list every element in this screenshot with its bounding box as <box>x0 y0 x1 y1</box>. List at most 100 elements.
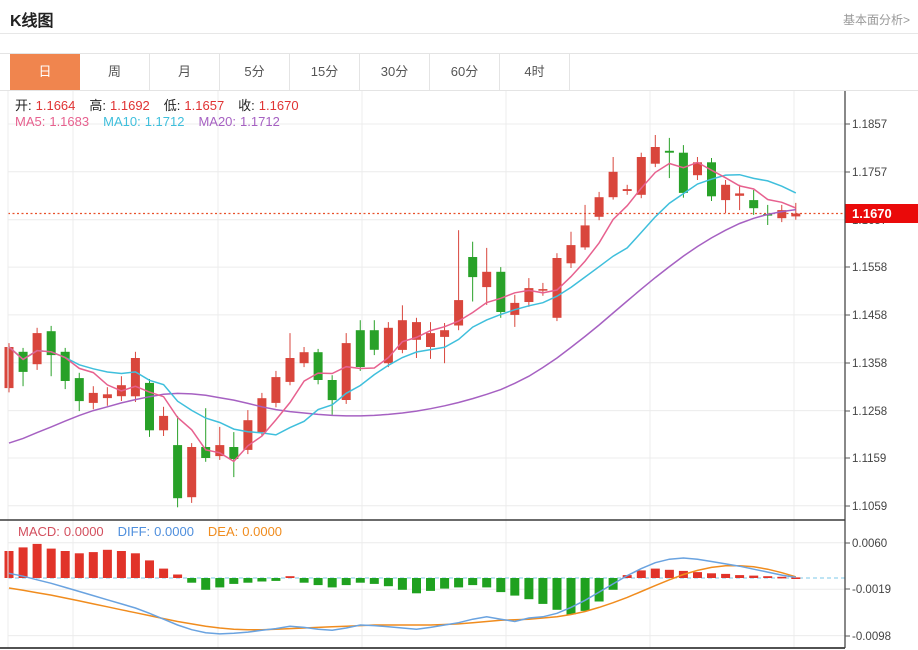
ma-legend: MA5: 1.1683 MA10: 1.1712 MA20: 1.1712 <box>15 114 294 129</box>
macd-bar <box>383 578 393 587</box>
macd-bar <box>201 578 211 590</box>
candle-body <box>173 445 183 499</box>
candle-body <box>538 289 548 291</box>
title-divider <box>0 33 918 34</box>
candle-body <box>580 225 590 248</box>
legend-value: 1.1670 <box>258 98 299 113</box>
macd-bar <box>341 578 351 586</box>
macd-bar <box>650 568 660 578</box>
candle-body <box>271 377 281 403</box>
price-axis-label: 1.1258 <box>852 406 887 418</box>
macd-bar <box>88 552 98 578</box>
price-axis-label: 1.1558 <box>852 262 887 274</box>
macd-bar <box>693 572 702 578</box>
tab-15min[interactable]: 15分 <box>290 54 360 90</box>
macd-bar <box>735 575 745 578</box>
candle-body <box>735 193 745 196</box>
macd-bar <box>257 578 267 582</box>
macd-bar <box>538 578 548 604</box>
macd-bar <box>130 553 140 578</box>
legend-value: 1.1712 <box>144 114 185 129</box>
candle-body <box>678 152 688 193</box>
macd-bar <box>397 578 407 590</box>
candle-body <box>159 415 169 431</box>
candle-body <box>566 245 576 264</box>
candle-body <box>369 330 379 350</box>
kline-chart[interactable]: 1.1857 1.1757 1.1657 1.1558 1.1458 1.1358 1.12… <box>0 91 918 650</box>
macd-bar <box>102 549 112 578</box>
macd-bar <box>285 576 295 578</box>
price-axis-label: 1.1159 <box>852 453 886 465</box>
ma10-line <box>8 173 797 436</box>
macd-bar <box>145 560 154 578</box>
candle-body <box>327 380 337 401</box>
legend-value: 0.0000 <box>63 524 104 539</box>
kline-page: { "header": { "title": "K线图", "link": "基… <box>0 0 918 650</box>
candle-body <box>468 257 478 278</box>
tab-30min[interactable]: 30分 <box>360 54 430 90</box>
macd-bar <box>46 548 56 578</box>
diff-line <box>8 557 796 635</box>
macd-bar <box>116 551 126 578</box>
macd-bar <box>18 547 28 578</box>
macd-bar <box>777 576 787 579</box>
legend-label: 开: <box>15 98 32 113</box>
macd-bar <box>468 578 478 586</box>
candle-body <box>664 150 674 153</box>
fundamental-analysis-link[interactable]: 基本面分析> <box>843 11 910 28</box>
macd-bar <box>664 569 674 578</box>
candle-body <box>102 394 112 399</box>
tab-month[interactable]: 月 <box>150 54 220 90</box>
macd-bar <box>454 578 464 588</box>
legend-label: MA20: <box>198 114 237 129</box>
tab-5min[interactable]: 5分 <box>220 54 290 90</box>
macd-bar <box>426 578 435 591</box>
candle-body <box>32 333 42 365</box>
macd-bar <box>32 543 42 578</box>
macd-bar <box>510 578 520 596</box>
legend-label: 高: <box>89 98 107 113</box>
macd-bar <box>524 578 534 600</box>
candle-body <box>496 271 506 312</box>
macd-bar <box>159 568 169 578</box>
current-price-tag-value: 1.1670 <box>852 206 892 221</box>
macd-bar <box>482 578 492 588</box>
legend-label: MACD: <box>18 524 60 539</box>
tab-day[interactable]: 日 <box>10 54 80 90</box>
tab-week[interactable]: 周 <box>80 54 150 90</box>
legend-label: 低: <box>163 98 181 113</box>
macd-bar <box>173 574 183 578</box>
legend-label: DEA: <box>207 524 239 539</box>
legend-value: 1.1683 <box>49 114 90 129</box>
candle-body <box>749 200 759 209</box>
candle-body <box>88 392 98 403</box>
macd-bar <box>721 573 731 578</box>
macd-bar <box>355 578 365 583</box>
legend-label: MA10: <box>103 114 141 129</box>
macd-bar <box>580 578 590 611</box>
price-axis-label: 1.1857 <box>852 119 887 131</box>
macd-bar <box>412 578 421 594</box>
candle-body <box>18 351 28 372</box>
tab-60min[interactable]: 60分 <box>430 54 500 90</box>
interval-tab-strip: 日周月 5分 15分 30分 60分 4时 <box>0 53 918 91</box>
macd-bar <box>243 578 253 583</box>
legend-value: 0.0000 <box>242 524 283 539</box>
candle-body <box>285 358 295 382</box>
candle-body <box>622 189 632 191</box>
macd-bar <box>707 573 716 578</box>
macd-axis-label: -0.0019 <box>852 584 891 596</box>
macd-bar <box>229 578 239 584</box>
legend-value: 1.1692 <box>110 98 150 113</box>
page-title: K线图 <box>10 13 54 30</box>
candle-body <box>594 197 604 217</box>
tab-4hour[interactable]: 4时 <box>500 54 570 90</box>
macd-bar <box>299 578 309 583</box>
candle-body <box>313 352 323 380</box>
macd-bar <box>636 570 646 578</box>
chart-canvas[interactable]: 1.1857 1.1757 1.1657 1.1558 1.1458 1.1358 1.12… <box>0 91 918 650</box>
macd-bar <box>749 575 759 578</box>
price-axis-label: 1.1059 <box>852 501 887 513</box>
candle-body <box>440 330 450 337</box>
macd-axis-label: -0.0098 <box>852 631 891 643</box>
